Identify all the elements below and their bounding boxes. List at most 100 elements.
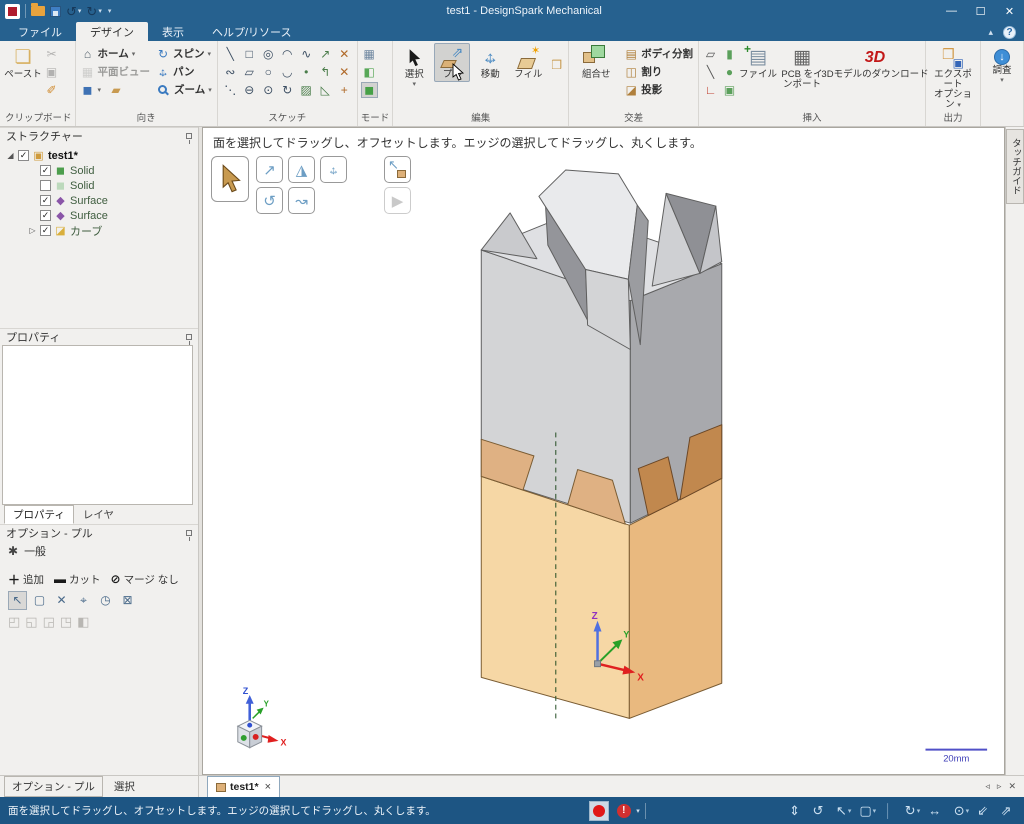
open-button[interactable]: [31, 6, 45, 16]
tab-properties[interactable]: プロパティ: [4, 505, 74, 524]
revolve-button[interactable]: ↺: [256, 187, 283, 214]
tab-scroll-right-icon[interactable]: ▹: [997, 781, 1002, 792]
status-tool-icon[interactable]: ↺▾: [813, 803, 828, 819]
snapshot-icon[interactable]: ▰: [109, 83, 123, 97]
sketch-tool-icon[interactable]: □: [240, 45, 259, 63]
tab-list-close-icon[interactable]: ✕: [1008, 781, 1016, 792]
minimize-button[interactable]: —: [937, 0, 966, 22]
home-view-button[interactable]: ⌂ホーム▾: [79, 45, 153, 62]
merge-option[interactable]: ▬カット: [54, 572, 101, 587]
viewport-3d[interactable]: 面を選択してドラッグし、オフセットします。エッジの選択してドラッグし、丸くします…: [202, 127, 1005, 775]
expander-icon[interactable]: ▷: [28, 226, 37, 235]
pull-option-icon[interactable]: ◷: [96, 591, 115, 610]
export-options-button[interactable]: ❒▣ エクスポートオプション ▾: [929, 43, 977, 113]
status-tool-icon[interactable]: ⇕▾: [789, 803, 804, 819]
pull-option-icon[interactable]: ⊠: [118, 591, 137, 610]
pull-box-icon[interactable]: ◱: [25, 614, 37, 630]
copy-icon[interactable]: ▣: [43, 64, 60, 80]
select-tool-button[interactable]: 選択 ▾: [396, 43, 432, 90]
view-cube-body[interactable]: Z Y X: [238, 686, 287, 748]
visibility-checkbox[interactable]: ✓: [18, 150, 29, 161]
pan-button[interactable]: ↔↕パン: [154, 63, 214, 80]
pin-icon[interactable]: [186, 334, 192, 340]
sketch-tool-icon[interactable]: ∿: [297, 45, 316, 63]
status-tool-icon[interactable]: ⇙▾: [977, 803, 992, 819]
app-logo-icon[interactable]: [5, 4, 20, 19]
tree-item[interactable]: ✓ ◼ Solid: [0, 178, 198, 193]
sketch-tool-icon[interactable]: ↻: [278, 81, 297, 99]
pin-icon[interactable]: [186, 530, 192, 536]
ribbon-tab[interactable]: ヘルプ/リソース: [198, 22, 306, 41]
visibility-checkbox[interactable]: ✓: [40, 195, 51, 206]
status-tool-icon[interactable]: ⇗▾: [1001, 803, 1016, 819]
ribbon-tab[interactable]: ファイル: [4, 22, 76, 41]
sketch-tool-icon[interactable]: ⊖: [240, 81, 259, 99]
format-painter-icon[interactable]: ✐: [43, 82, 60, 98]
sphere-icon[interactable]: ●: [721, 64, 738, 80]
zoom-button[interactable]: ズーム▾: [154, 81, 214, 98]
sketch-tool-icon[interactable]: ◺: [316, 81, 335, 99]
tree-item[interactable]: ◢ ✓ ▣ test1*: [0, 148, 198, 163]
merge-option[interactable]: ＋追加: [8, 571, 44, 588]
pull-option-icon[interactable]: ✕: [52, 591, 71, 610]
select-mode-button[interactable]: [211, 156, 249, 202]
pull-option-icon[interactable]: ↖: [8, 591, 27, 610]
cut-icon[interactable]: ✂: [43, 46, 60, 62]
visibility-checkbox[interactable]: ✓: [40, 180, 51, 191]
axis-icon[interactable]: ╲: [702, 64, 719, 80]
sketch-tool-icon[interactable]: ▨: [297, 81, 316, 99]
sketch-mode-icon[interactable]: ▦: [361, 46, 378, 62]
ribbon-tab[interactable]: デザイン: [76, 22, 148, 41]
sketch-tool-icon[interactable]: ◠: [278, 45, 297, 63]
split-body-button[interactable]: ▤ボディ分割: [622, 45, 695, 62]
axes-icon[interactable]: ∟: [702, 82, 719, 98]
visibility-checkbox[interactable]: ✓: [40, 210, 51, 221]
status-tool-icon[interactable]: ↖▾: [836, 803, 851, 819]
spin-button[interactable]: ↻スピン▾: [154, 45, 214, 62]
sketch-tool-icon[interactable]: ∾: [221, 63, 240, 81]
error-indicator[interactable]: !▾: [617, 804, 631, 818]
investigate-button[interactable]: ↓ 調査 ▾: [984, 43, 1020, 86]
sketch-tool-icon[interactable]: ↗: [316, 45, 335, 63]
full-pull-button[interactable]: ↔↕: [320, 156, 347, 183]
import-pcb-button[interactable]: ▦ PCB をインポート: [778, 43, 826, 92]
sweep-button[interactable]: ↝: [288, 187, 315, 214]
pull-box-icon[interactable]: ◧: [77, 614, 89, 630]
ribbon-tab[interactable]: 表示: [148, 22, 198, 41]
document-tab[interactable]: test1* ×: [207, 776, 280, 797]
draft-button[interactable]: ◮: [288, 156, 315, 183]
status-tool-icon[interactable]: ↔▾: [928, 803, 946, 818]
status-tool-icon[interactable]: │▾: [884, 803, 897, 818]
sketch-tool-icon[interactable]: ▱: [240, 63, 259, 81]
shell-icon[interactable]: ▣: [721, 82, 738, 98]
split-face-button[interactable]: ◫割り: [622, 63, 695, 80]
model-canvas[interactable]: Z Y X: [203, 128, 1004, 774]
sketch-tool-icon[interactable]: ↰: [316, 63, 335, 81]
tab-selection[interactable]: 選択: [107, 777, 142, 796]
maximize-button[interactable]: ☐: [966, 0, 995, 22]
pull-box-icon[interactable]: ◰: [8, 614, 20, 630]
tree-item[interactable]: ✓ ◆ Surface: [0, 208, 198, 223]
sketch-tool-icon[interactable]: ◎: [259, 45, 278, 63]
record-button[interactable]: [589, 801, 609, 821]
tab-options-pull[interactable]: オプション - プル: [4, 776, 103, 797]
pull-option-icon[interactable]: ⌖: [74, 591, 93, 610]
sketch-tool-icon[interactable]: ○: [259, 63, 278, 81]
pull-option-icon[interactable]: ▢: [30, 591, 49, 610]
pull-box-icon[interactable]: ◳: [60, 614, 72, 630]
sketch-tool-icon[interactable]: ✕: [335, 45, 354, 63]
fill-tool-button[interactable]: ✶ フィル: [510, 43, 546, 82]
touch-guide-tab[interactable]: タッチガイド: [1006, 129, 1024, 204]
cylinder-icon[interactable]: ▮: [721, 46, 738, 62]
move-tool-button[interactable]: ↔↕ 移動: [472, 43, 508, 82]
sketch-tool-icon[interactable]: ◡: [278, 63, 297, 81]
replace-face-icon[interactable]: ❒: [548, 57, 565, 73]
options-general[interactable]: ✱ 一般: [0, 541, 198, 561]
plane-icon[interactable]: ▱: [702, 46, 719, 62]
undo-button[interactable]: ↺▾: [66, 5, 81, 18]
tab-scroll-left-icon[interactable]: ◃: [985, 781, 990, 792]
tree-item[interactable]: ✓ ◼ Solid: [0, 163, 198, 178]
help-icon[interactable]: ?: [1003, 26, 1016, 39]
expander-icon[interactable]: ◢: [6, 151, 15, 160]
download-3d-model-button[interactable]: 3D 3Dモデルのダウンロード: [828, 43, 922, 82]
